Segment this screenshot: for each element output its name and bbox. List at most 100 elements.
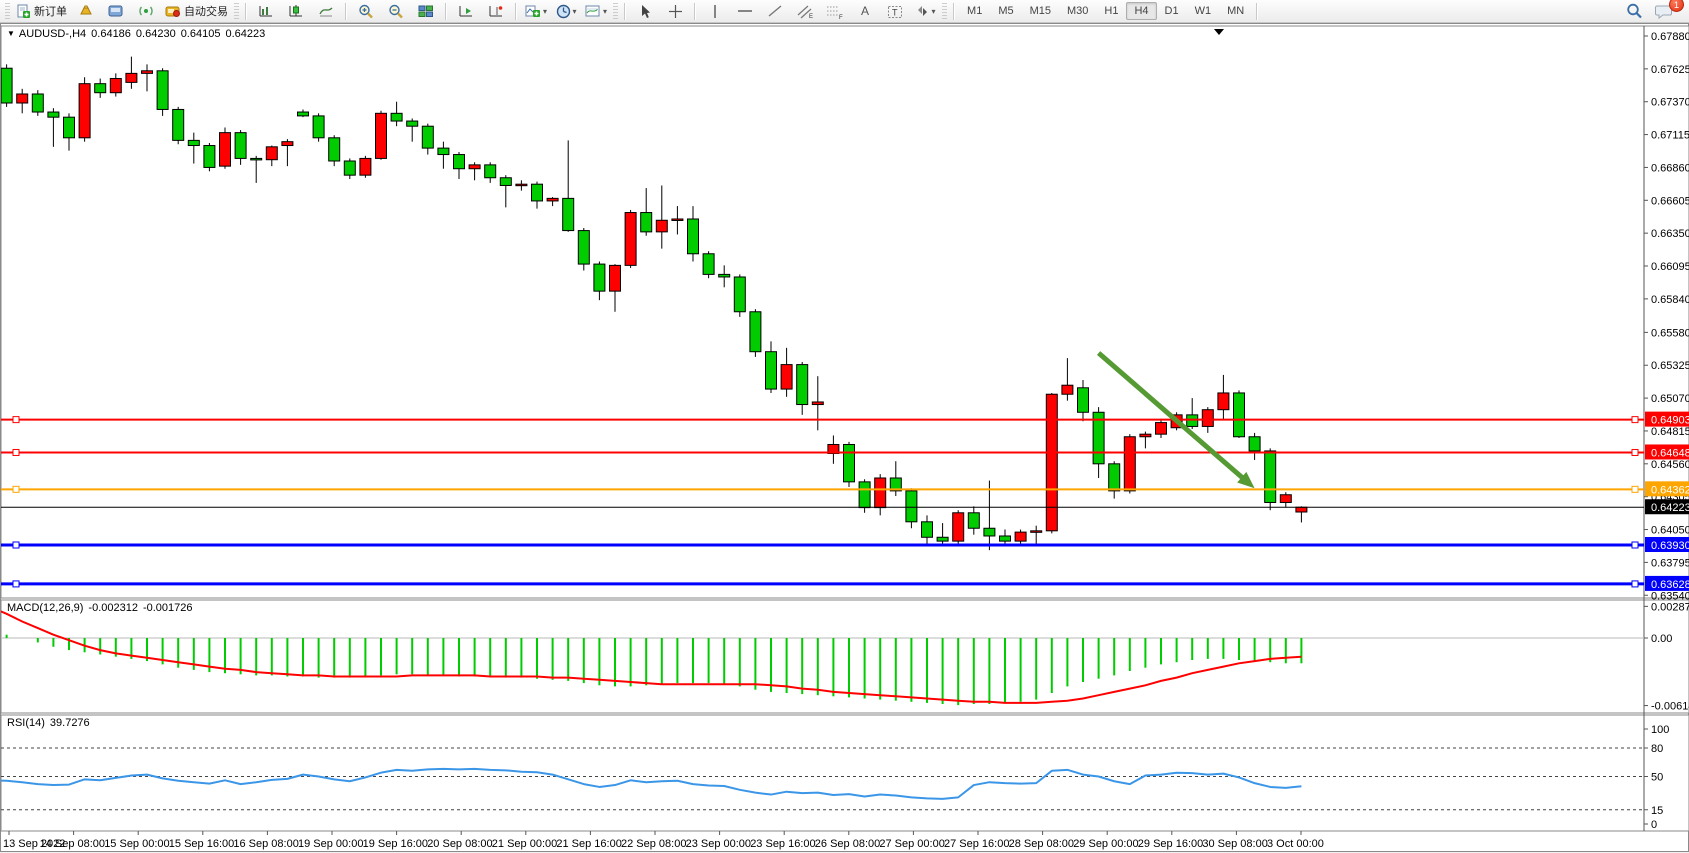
autotrading-button[interactable]: 自动交易	[161, 0, 232, 22]
line-anchor[interactable]	[13, 581, 19, 587]
candle-body	[594, 264, 605, 291]
timeframe-m15[interactable]: M15	[1022, 2, 1059, 20]
channel-tool-button[interactable]: E	[790, 0, 820, 22]
candle-body	[1265, 451, 1276, 503]
clock-icon	[556, 4, 571, 19]
time-tick-label: 16 Sep 08:00	[233, 838, 298, 850]
cursor-tool-button[interactable]	[630, 0, 660, 22]
templates-button[interactable]: ▾	[581, 0, 611, 22]
candle-body	[547, 198, 558, 201]
fibonacci-tool-button[interactable]: F	[820, 0, 850, 22]
candlestick-chart-button[interactable]	[281, 0, 311, 22]
timeframe-h4[interactable]: H4	[1126, 2, 1156, 20]
candle-body	[984, 528, 995, 536]
new-order-button[interactable]: 新订单	[12, 0, 71, 22]
line-anchor[interactable]	[1632, 449, 1638, 455]
time-tick-label: 21 Sep 16:00	[556, 838, 621, 850]
candle-body	[937, 537, 948, 541]
zoom-out-button[interactable]	[381, 0, 411, 22]
candle-body	[672, 219, 683, 221]
timeframe-d1[interactable]: D1	[1157, 2, 1187, 20]
timeframe-m1[interactable]: M1	[959, 2, 990, 20]
auto-scroll-button[interactable]	[451, 0, 481, 22]
line-anchor[interactable]	[13, 417, 19, 423]
chevron-down-icon: ▾	[573, 7, 577, 16]
price-tick-label: 0.64815	[1651, 426, 1689, 438]
time-tick-label: 15 Sep 16:00	[169, 838, 234, 850]
rsi-value: 39.7276	[50, 717, 90, 729]
text-label-tool-button[interactable]: T	[880, 0, 910, 22]
main-panel	[1, 26, 1689, 598]
line-anchor[interactable]	[1632, 542, 1638, 548]
price-line-badge-label: 0.63628	[1651, 579, 1689, 591]
ohlc-low: 0.64105	[181, 28, 221, 40]
chart-collapse-icon[interactable]: ▼	[7, 29, 15, 38]
candle-body	[641, 213, 652, 232]
candle-body	[1280, 495, 1291, 503]
line-chart-button[interactable]	[311, 0, 341, 22]
ohlc-open: 0.64186	[91, 28, 131, 40]
price-tick-label: 0.67625	[1651, 64, 1689, 76]
search-button[interactable]	[1619, 0, 1649, 22]
crosshair-icon	[668, 4, 683, 19]
zoom-in-button[interactable]	[351, 0, 381, 22]
candle-body	[1156, 423, 1167, 435]
chart-title-row: ▼AUDUSD-,H40.641860.642300.641050.64223	[7, 28, 265, 40]
fibonacci-icon: F	[826, 4, 844, 19]
price-tick-label: 0.65580	[1651, 327, 1689, 339]
timeframe-mn[interactable]: MN	[1219, 2, 1252, 20]
line-anchor[interactable]	[13, 449, 19, 455]
price-tick-label: 0.65070	[1651, 393, 1689, 405]
price-line-badge-label: 0.64648	[1651, 447, 1689, 459]
periods-button[interactable]: ▾	[551, 0, 581, 22]
line-anchor[interactable]	[1632, 417, 1638, 423]
template-icon	[585, 4, 601, 18]
time-axis[interactable]: 13 Sep 202214 Sep 08:0015 Sep 00:0015 Se…	[3, 831, 1324, 850]
signal-button[interactable]	[131, 0, 161, 22]
arrows-tool-button[interactable]: ▾	[910, 0, 940, 22]
macd-indicator-label: MACD(12,26,9)-0.002312-0.001726	[7, 602, 193, 614]
crosshair-tool-button[interactable]	[660, 0, 690, 22]
candle-body	[719, 274, 730, 277]
candle-body	[1, 68, 12, 103]
candle-body	[407, 121, 418, 126]
chat-button[interactable]: 1	[1649, 0, 1679, 22]
toolbar-grip	[942, 3, 947, 19]
time-tick-label: 27 Sep 00:00	[879, 838, 944, 850]
terminal-icon	[108, 4, 124, 18]
candle-body	[344, 161, 355, 175]
bar-chart-button[interactable]	[251, 0, 281, 22]
timeframe-w1[interactable]: W1	[1187, 2, 1220, 20]
vertical-line-tool-button[interactable]	[700, 0, 730, 22]
line-anchor[interactable]	[1632, 581, 1638, 587]
svg-text:E: E	[809, 14, 813, 19]
zoom-out-icon	[388, 4, 404, 19]
candle-body	[968, 513, 979, 528]
line-anchor[interactable]	[13, 542, 19, 548]
chart-shift-button[interactable]	[481, 0, 511, 22]
terminal-button[interactable]	[101, 0, 131, 22]
timeframe-h1[interactable]: H1	[1096, 2, 1126, 20]
trendline-tool-button[interactable]	[760, 0, 790, 22]
macd-name: MACD(12,26,9)	[7, 602, 83, 614]
candle-body	[922, 522, 933, 537]
time-tick-label: 27 Sep 16:00	[944, 838, 1009, 850]
time-tick-label: 14 Sep 08:00	[40, 838, 105, 850]
time-tick-label: 22 Sep 08:00	[621, 838, 686, 850]
candle-body	[688, 219, 699, 254]
candle-body	[625, 213, 636, 266]
timeframe-m5[interactable]: M5	[990, 2, 1021, 20]
svg-text:-0.006142: -0.006142	[1651, 701, 1689, 713]
candle-body	[500, 178, 511, 186]
chart-canvas[interactable]: 0.678800.676250.673700.671150.668600.666…	[1, 24, 1689, 853]
tile-windows-button[interactable]	[411, 0, 441, 22]
gold-button[interactable]	[71, 0, 101, 22]
timeframe-m30[interactable]: M30	[1059, 2, 1096, 20]
chart-window: 0.678800.676250.673700.671150.668600.666…	[0, 23, 1689, 852]
candle-body	[329, 138, 340, 161]
indicators-button[interactable]: ▾	[521, 0, 551, 22]
text-tool-button[interactable]: A	[850, 0, 880, 22]
line-anchor[interactable]	[1632, 486, 1638, 492]
line-anchor[interactable]	[13, 486, 19, 492]
horizontal-line-tool-button[interactable]	[730, 0, 760, 22]
